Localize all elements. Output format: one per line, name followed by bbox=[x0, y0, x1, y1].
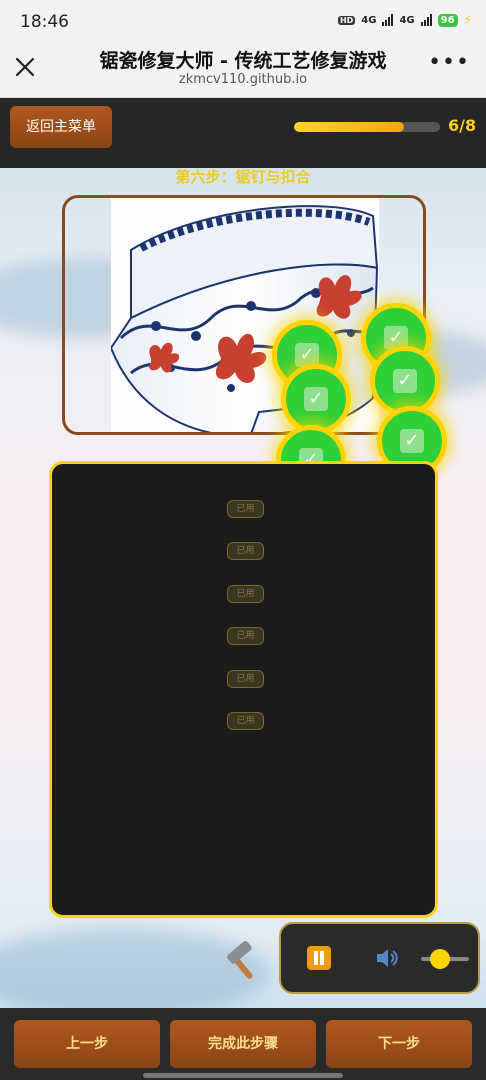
page-url: zkmcv110.github.io bbox=[178, 72, 308, 87]
game-area: 返回主菜单 6/8 第六步：锯钉与扣合 ✓ ✓ ✓ ✓ ✓ ✓ 已用 已用 已用… bbox=[0, 98, 486, 1080]
charging-bolt-icon: ⚡ bbox=[463, 13, 472, 27]
check-badge[interactable]: ✓ bbox=[370, 346, 440, 416]
status-icons: HD 4G 4G 96 ⚡ bbox=[337, 13, 472, 27]
step-title: 第六步：锯钉与扣合 bbox=[175, 168, 311, 186]
used-piece-tag: 已用 bbox=[227, 542, 264, 560]
signal-icon bbox=[382, 14, 394, 26]
status-time: 18:46 bbox=[20, 12, 69, 32]
pause-icon[interactable] bbox=[307, 946, 331, 970]
used-piece-tag: 已用 bbox=[227, 500, 264, 518]
home-indicator bbox=[143, 1073, 343, 1078]
network-label-2: 4G bbox=[399, 14, 415, 26]
volume-slider-thumb[interactable] bbox=[430, 949, 451, 969]
speaker-icon[interactable] bbox=[373, 944, 401, 972]
progress-text: 6/8 bbox=[448, 116, 477, 135]
progress-fill bbox=[294, 122, 404, 132]
volume-slider[interactable] bbox=[421, 949, 469, 969]
more-icon[interactable]: ••• bbox=[428, 50, 470, 75]
signal-icon bbox=[420, 14, 432, 26]
used-piece-tag: 已用 bbox=[227, 670, 264, 688]
previous-step-button[interactable]: 上一步 bbox=[14, 1020, 160, 1068]
network-label-1: 4G bbox=[361, 14, 377, 26]
next-step-button[interactable]: 下一步 bbox=[326, 1020, 472, 1068]
return-main-menu-button[interactable]: 返回主菜单 bbox=[10, 106, 112, 148]
battery-icon: 96 bbox=[437, 13, 458, 27]
check-icon: ✓ bbox=[304, 387, 328, 411]
progress-bar bbox=[294, 122, 440, 132]
hd-icon: HD bbox=[337, 15, 356, 25]
check-icon: ✓ bbox=[400, 429, 424, 453]
check-badge[interactable]: ✓ bbox=[281, 364, 351, 434]
bottom-navigation: 上一步 完成此步骤 下一步 bbox=[0, 1008, 486, 1080]
hammer-icon[interactable] bbox=[222, 941, 262, 989]
used-piece-tag: 已用 bbox=[227, 712, 264, 730]
pieces-panel: 已用 已用 已用 已用 已用 已用 bbox=[49, 461, 438, 918]
status-bar: 18:46 HD 4G 4G 96 ⚡ bbox=[0, 0, 486, 42]
complete-step-button[interactable]: 完成此步骤 bbox=[170, 1020, 316, 1068]
game-header: 返回主菜单 6/8 bbox=[0, 98, 486, 168]
browser-title-bar: 锯瓷修复大师 - 传统工艺修复游戏 zkmcv110.github.io ••• bbox=[0, 42, 486, 98]
used-piece-tag: 已用 bbox=[227, 585, 264, 603]
used-piece-tag: 已用 bbox=[227, 627, 264, 645]
page-title: 锯瓷修复大师 - 传统工艺修复游戏 bbox=[99, 50, 387, 72]
audio-control-panel bbox=[279, 922, 480, 994]
check-icon: ✓ bbox=[393, 369, 417, 393]
